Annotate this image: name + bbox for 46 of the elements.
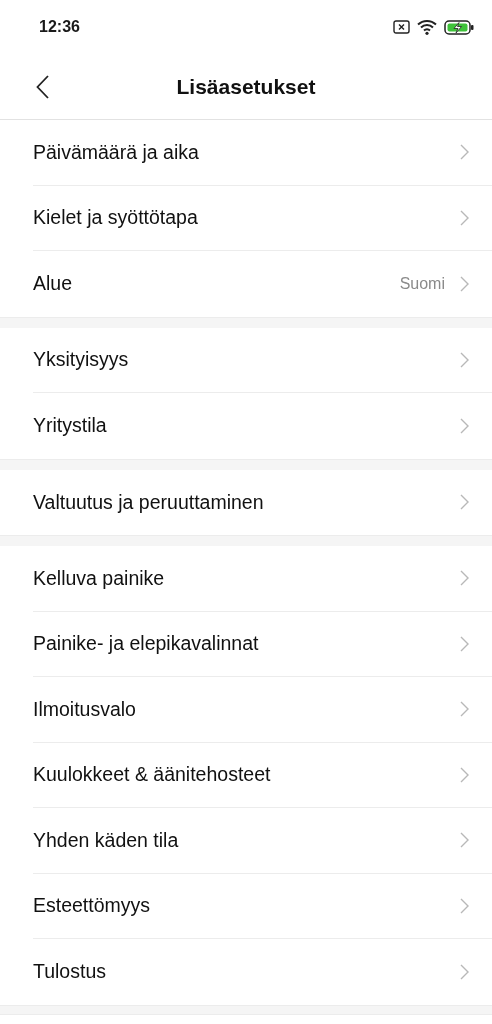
row-label: Kielet ja syöttötapa: [33, 205, 199, 231]
settings-row[interactable]: Kuulokkeet & äänitehosteet: [0, 742, 492, 808]
settings-row[interactable]: Tulostus: [0, 939, 492, 1005]
chevron-right-icon: [460, 701, 469, 718]
wifi-icon: [417, 19, 437, 35]
settings-row[interactable]: Yhden käden tila: [0, 808, 492, 874]
settings-row[interactable]: Yritystila: [0, 393, 492, 459]
back-icon: [35, 75, 49, 99]
settings-row[interactable]: Painike- ja elepikavalinnat: [0, 611, 492, 677]
row-label: Painike- ja elepikavalinnat: [33, 631, 260, 657]
settings-row[interactable]: Valtuutus ja peruuttaminen: [0, 469, 492, 535]
chevron-right-icon: [460, 570, 469, 587]
row-label: Alue: [33, 271, 74, 297]
row-label: Kelluva painike: [33, 565, 166, 591]
settings-row[interactable]: Esteettömyys: [0, 873, 492, 939]
settings-row[interactable]: Ilmoitusvalo: [0, 677, 492, 743]
row-value: Suomi: [399, 273, 445, 294]
row-label: Päivämäärä ja aika: [33, 139, 200, 165]
chevron-right-icon: [460, 275, 469, 292]
chevron-right-icon: [460, 832, 469, 849]
chevron-right-icon: [460, 635, 469, 652]
row-label: Esteettömyys: [33, 893, 152, 919]
row-label: Yksityisyys: [33, 347, 130, 373]
row-label: Kuulokkeet & äänitehosteet: [33, 762, 272, 788]
settings-row[interactable]: Alue Suomi: [0, 251, 492, 317]
chevron-right-icon: [460, 144, 469, 161]
chevron-right-icon: [460, 963, 469, 980]
chevron-right-icon: [460, 897, 469, 914]
chevron-right-icon: [460, 209, 469, 226]
battery-charging-icon: [444, 19, 474, 35]
settings-row[interactable]: Päivämäärä ja aika: [0, 120, 492, 186]
row-label: Yhden käden tila: [33, 827, 180, 853]
settings-row[interactable]: Kelluva painike: [0, 546, 492, 612]
chevron-right-icon: [460, 351, 469, 368]
settings-row[interactable]: Kielet ja syöttötapa: [0, 185, 492, 251]
chevron-right-icon: [460, 417, 469, 434]
row-label: Ilmoitusvalo: [33, 696, 137, 722]
page-title: Lisäasetukset: [176, 73, 316, 100]
chevron-right-icon: [460, 766, 469, 783]
row-label: Tulostus: [33, 959, 107, 985]
row-label: Yritystila: [33, 413, 108, 439]
chevron-right-icon: [460, 494, 469, 511]
status-time: 12:36: [39, 17, 80, 37]
settings-row[interactable]: Yksityisyys: [0, 327, 492, 393]
row-label: Valtuutus ja peruuttaminen: [33, 489, 265, 515]
no-sim-icon: [393, 20, 410, 34]
